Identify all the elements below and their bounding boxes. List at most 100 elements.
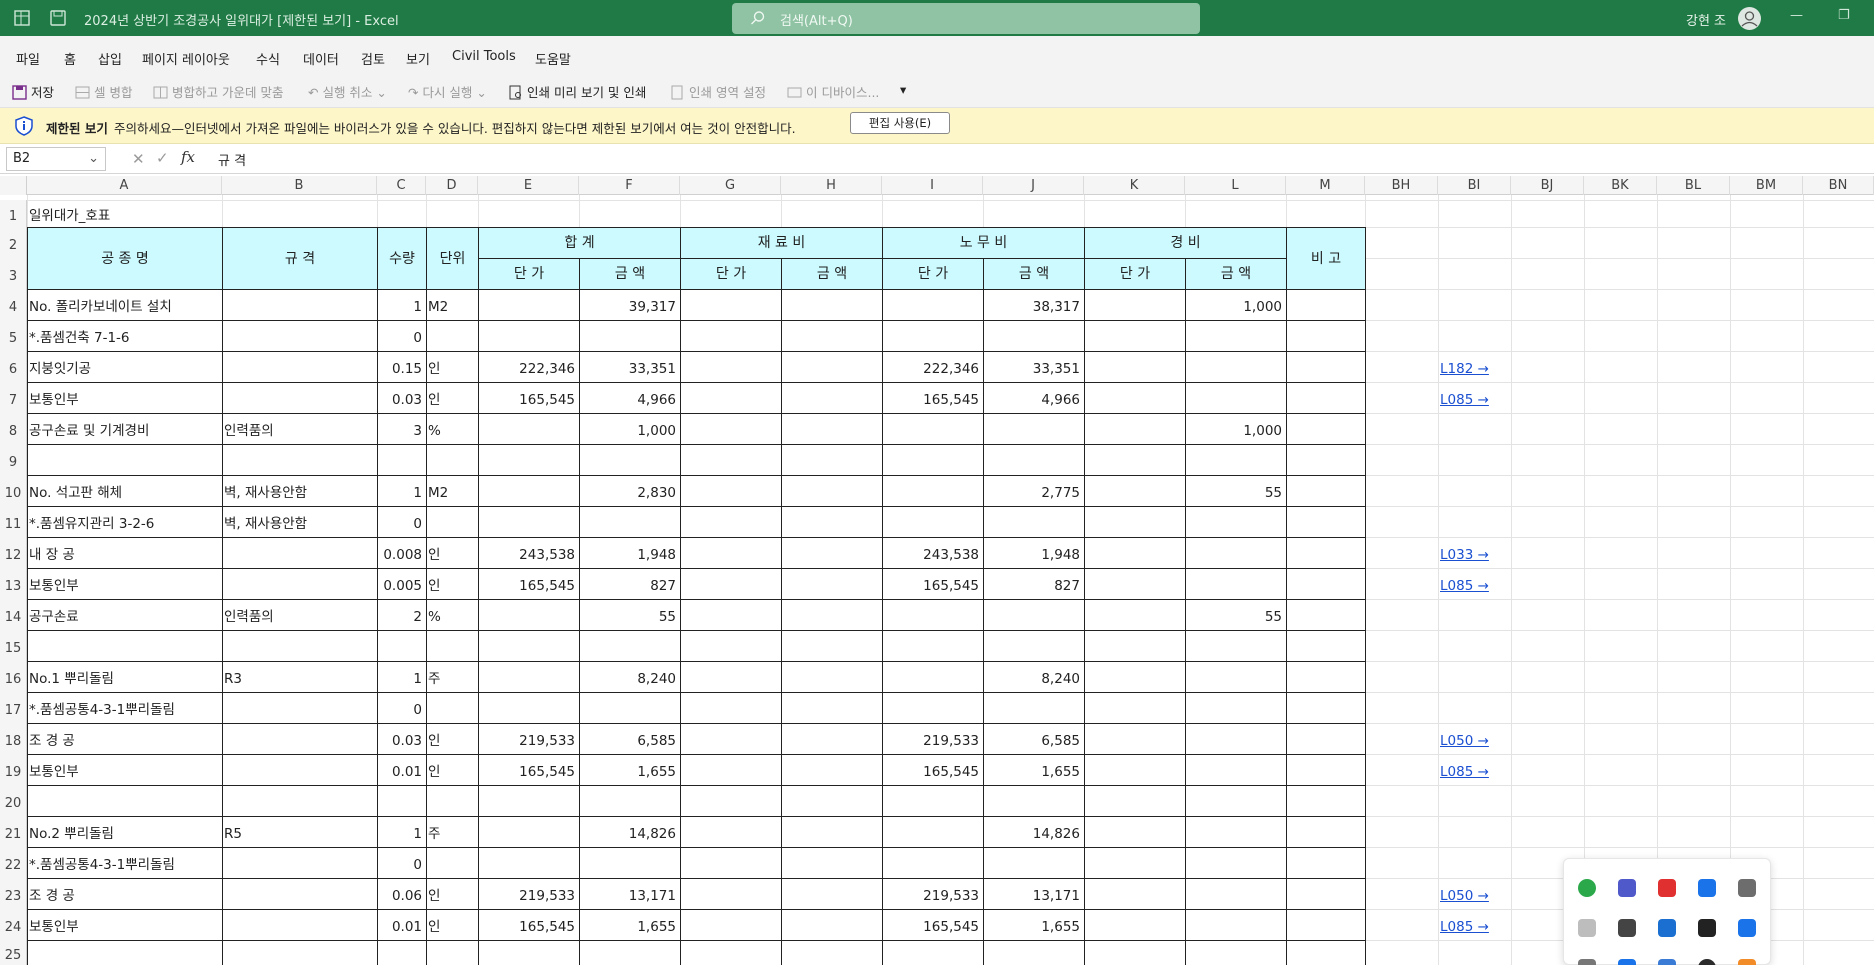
cell-labor-amount[interactable]: 38,317 [985, 294, 1082, 320]
row-header[interactable]: 3 [0, 258, 27, 289]
cell-work-name[interactable]: 보통인부 [29, 387, 220, 413]
row-header[interactable]: 11 [0, 506, 27, 537]
row-header[interactable]: 4 [0, 289, 27, 320]
cell-work-name[interactable]: 공구손료 및 기계경비 [29, 418, 220, 444]
cell-labor-amount[interactable]: 8,240 [985, 666, 1082, 692]
record-icon[interactable] [1658, 879, 1676, 897]
cell-labor-unit-price[interactable]: 165,545 [884, 387, 981, 413]
header-unit-price[interactable]: 단 가 [882, 258, 984, 290]
cell-quantity[interactable]: 0.01 [379, 759, 424, 785]
avatar[interactable] [1738, 7, 1761, 30]
kakaotalk-icon[interactable] [1698, 959, 1716, 965]
tab-insert[interactable]: 삽입 [98, 49, 122, 68]
row-header[interactable]: 23 [0, 878, 27, 909]
cell-work-name[interactable]: *.품셈유지관리 3-2-6 [29, 511, 220, 537]
cell-unit[interactable]: M2 [428, 294, 476, 320]
cell-spec[interactable]: 인력품의 [224, 418, 375, 444]
cell-total-amount[interactable]: 33,351 [581, 356, 678, 382]
teams-icon[interactable] [1618, 879, 1636, 897]
header-unit-price[interactable]: 단 가 [680, 258, 782, 290]
cell-total-unit-price[interactable]: 222,346 [480, 356, 577, 382]
merge-center-button[interactable]: 병합하고 가운데 맞춤 [153, 82, 283, 101]
cell-reference-link[interactable]: L050 → [1440, 883, 1509, 909]
row-header[interactable]: 19 [0, 754, 27, 785]
cell-work-name[interactable]: No. 폴리카보네이트 설치 [29, 294, 220, 320]
cell-work-name[interactable]: 공구손료 [29, 604, 220, 630]
cell-reference-link[interactable]: L033 → [1440, 542, 1509, 568]
header-material-cost[interactable]: 재 료 비 [680, 227, 883, 259]
cell-labor-amount[interactable]: 33,351 [985, 356, 1082, 382]
nvidia-icon[interactable] [1698, 919, 1716, 937]
cell-quantity[interactable]: 1 [379, 666, 424, 692]
header-quantity[interactable]: 수량 [377, 227, 427, 290]
tab-data[interactable]: 데이터 [303, 49, 339, 68]
cell-total-amount[interactable]: 827 [581, 573, 678, 599]
cell-quantity[interactable]: 1 [379, 821, 424, 847]
maximize-button[interactable]: ❐ [1838, 8, 1850, 23]
tab-home[interactable]: 홈 [64, 49, 76, 68]
usb-device-icon[interactable] [1578, 919, 1596, 937]
cell-labor-amount[interactable]: 1,655 [985, 914, 1082, 940]
cell-total-amount[interactable]: 1,655 [581, 914, 678, 940]
excel-app-icon[interactable] [12, 8, 32, 28]
cell-unit[interactable]: 주 [428, 666, 476, 692]
cell-labor-amount[interactable]: 827 [985, 573, 1082, 599]
cancel-icon[interactable]: ✕ [132, 150, 145, 168]
user-name[interactable]: 강현 조 [1686, 10, 1726, 29]
cell-total-unit-price[interactable]: 165,545 [480, 914, 577, 940]
cell-work-name[interactable]: No.1 뿌리돌림 [29, 666, 220, 692]
sync-icon[interactable] [1698, 879, 1716, 897]
tab-file[interactable]: 파일 [16, 49, 40, 68]
check-icon[interactable]: ✓ [156, 149, 169, 167]
save-button[interactable]: 저장 [12, 82, 54, 101]
cell-quantity[interactable]: 0 [379, 325, 424, 351]
cell-labor-unit-price[interactable]: 243,538 [884, 542, 981, 568]
cell-unit[interactable]: 인 [428, 728, 476, 754]
cell-total-amount[interactable]: 1,948 [581, 542, 678, 568]
merge-cells-button[interactable]: 셀 병합 [75, 82, 132, 101]
tab-view[interactable]: 보기 [406, 49, 430, 68]
header-work-name[interactable]: 공 종 명 [27, 227, 223, 290]
row-header[interactable]: 10 [0, 475, 27, 506]
header-unit[interactable]: 단위 [426, 227, 479, 290]
cell-work-name[interactable]: 조 경 공 [29, 883, 220, 909]
cell-quantity[interactable]: 1 [379, 480, 424, 506]
cell-quantity[interactable]: 2 [379, 604, 424, 630]
row-header[interactable]: 16 [0, 661, 27, 692]
redo-button[interactable]: ↷ 다시 실행 ⌄ [408, 82, 487, 101]
cell-unit[interactable]: 인 [428, 914, 476, 940]
tab-help[interactable]: 도움말 [535, 49, 571, 68]
cell-labor-amount[interactable]: 1,655 [985, 759, 1082, 785]
cell-total-unit-price[interactable]: 165,545 [480, 759, 577, 785]
cell-reference-link[interactable]: L050 → [1440, 728, 1509, 754]
row-header[interactable]: 13 [0, 568, 27, 599]
cell-spec[interactable]: 벽, 재사용안함 [224, 511, 375, 537]
header-amount[interactable]: 금 액 [579, 258, 681, 290]
this-device-button[interactable]: 이 디바이스... [787, 82, 879, 101]
row-header[interactable]: 20 [0, 785, 27, 816]
undo-button[interactable]: ↶ 실행 취소 ⌄ [308, 82, 387, 101]
cell-reference-link[interactable]: L085 → [1440, 759, 1509, 785]
cell-labor-amount[interactable]: 4,966 [985, 387, 1082, 413]
cell-quantity[interactable]: 0.15 [379, 356, 424, 382]
cell-unit[interactable]: M2 [428, 480, 476, 506]
search-input[interactable]: 검색(Alt+Q) [732, 3, 1200, 34]
header-amount[interactable]: 금 액 [983, 258, 1085, 290]
cell-work-name[interactable]: No. 석고판 해체 [29, 480, 220, 506]
cell-labor-unit-price[interactable]: 165,545 [884, 573, 981, 599]
header-unit-price[interactable]: 단 가 [478, 258, 580, 290]
name-box[interactable]: B2 ⌄ [6, 147, 106, 171]
bluetooth-icon[interactable] [1618, 959, 1636, 965]
cell-quantity[interactable]: 0.01 [379, 914, 424, 940]
cell-quantity[interactable]: 0.06 [379, 883, 424, 909]
cell-quantity[interactable]: 0 [379, 697, 424, 723]
tab-formulas[interactable]: 수식 [256, 49, 280, 68]
cell-total-amount[interactable]: 55 [581, 604, 678, 630]
autosave-icon[interactable] [48, 8, 68, 28]
cell-total-amount[interactable]: 14,826 [581, 821, 678, 847]
cell-quantity[interactable]: 0.005 [379, 573, 424, 599]
header-note[interactable]: 비 고 [1286, 227, 1366, 290]
cell-unit[interactable]: 인 [428, 356, 476, 382]
header-amount[interactable]: 금 액 [1185, 258, 1287, 290]
cell-reference-link[interactable]: L085 → [1440, 387, 1509, 413]
